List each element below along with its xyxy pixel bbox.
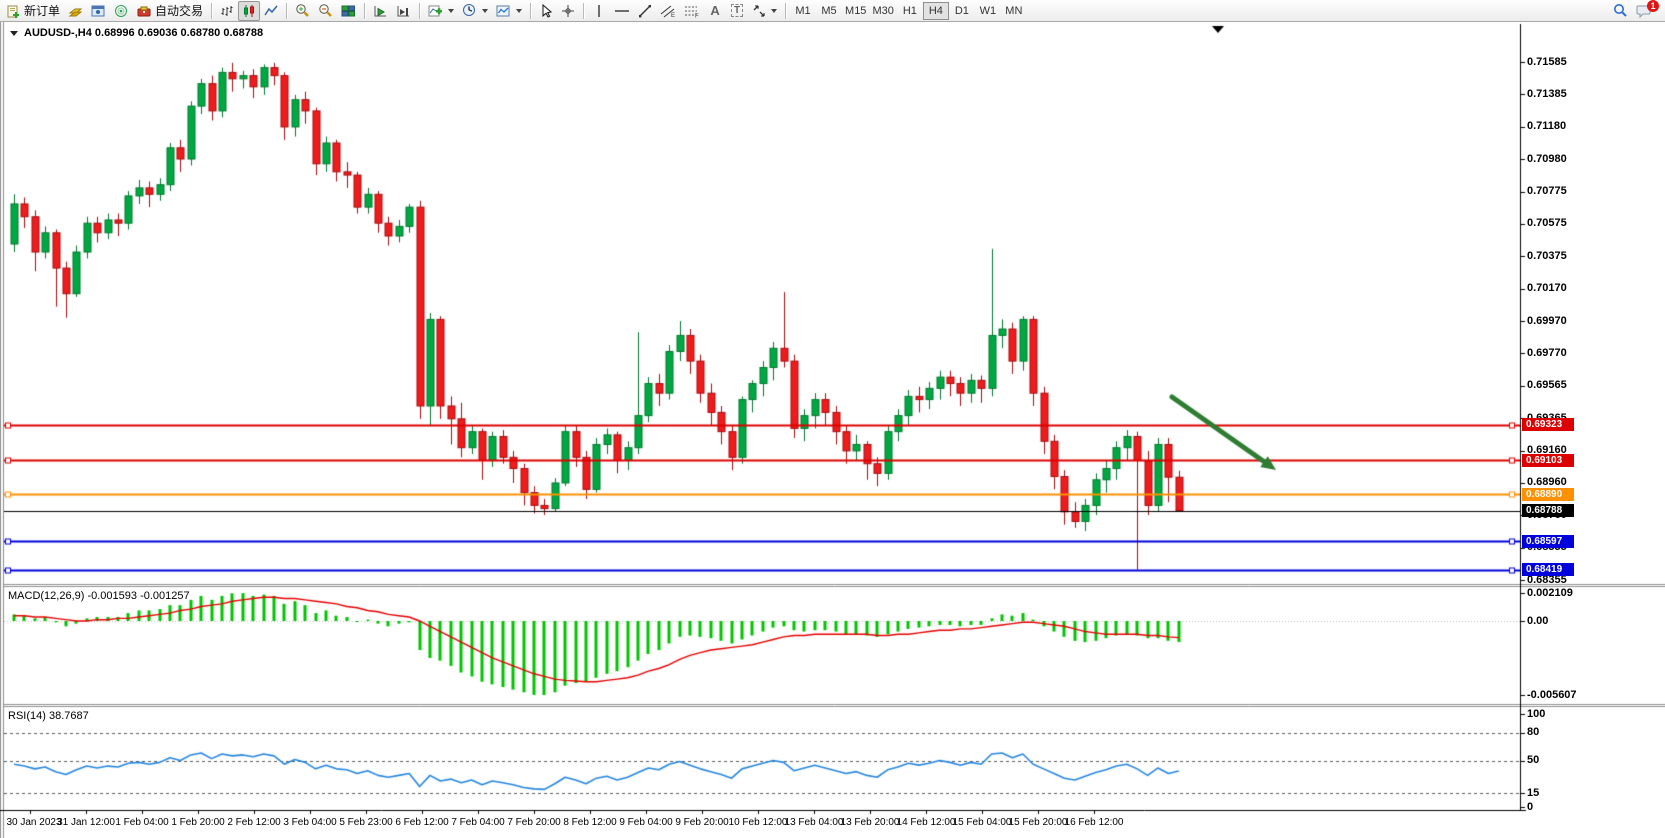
text-icon: A xyxy=(710,3,719,18)
chart-canvas[interactable] xyxy=(0,0,1665,838)
text-label-icon: T xyxy=(731,4,743,17)
tile-windows-icon xyxy=(341,4,356,18)
timeframe-button-M1[interactable]: M1 xyxy=(790,2,816,20)
zoom-in-icon xyxy=(295,3,310,18)
templates-icon xyxy=(496,4,511,18)
cursor-button[interactable] xyxy=(535,1,557,21)
fibonacci-icon: F xyxy=(684,4,700,18)
vertical-line-icon xyxy=(594,4,604,18)
svg-text:F: F xyxy=(695,13,699,18)
svg-text:E: E xyxy=(671,13,675,18)
new-order-label: 新订单 xyxy=(24,2,60,19)
trendline-button[interactable] xyxy=(634,1,656,21)
search-icon xyxy=(1613,3,1628,18)
cursor-icon xyxy=(540,4,553,18)
chart-shift-icon xyxy=(396,4,411,18)
text-button[interactable]: A xyxy=(704,1,726,21)
timeframe-button-M15[interactable]: M15 xyxy=(842,2,869,20)
auto-scroll-button[interactable] xyxy=(369,1,392,21)
navigator-icon xyxy=(91,4,106,18)
toolbar-separator xyxy=(419,3,420,19)
auto-trading-button[interactable]: 自动交易 xyxy=(133,1,207,21)
timeframe-button-MN[interactable]: MN xyxy=(1001,2,1027,20)
text-label-button[interactable]: T xyxy=(726,1,748,21)
zoom-out-icon xyxy=(318,3,333,18)
vertical-line-button[interactable] xyxy=(588,1,610,21)
timeframe-button-W1[interactable]: W1 xyxy=(975,2,1001,20)
timeframe-button-H4[interactable]: H4 xyxy=(923,2,949,20)
zoom-out-button[interactable] xyxy=(314,1,337,21)
equidistant-channel-button[interactable]: E xyxy=(656,1,680,21)
toolbar: 新订单 自动交易 xyxy=(0,0,1665,22)
timeframe-button-D1[interactable]: D1 xyxy=(949,2,975,20)
timeframe-group: M1M5M15M30H1H4D1W1MN xyxy=(790,2,1027,20)
bar-chart-icon xyxy=(220,4,234,18)
search-button[interactable] xyxy=(1609,1,1632,21)
timeframe-button-M30[interactable]: M30 xyxy=(869,2,896,20)
signals-button[interactable] xyxy=(110,1,133,21)
line-chart-button[interactable] xyxy=(260,1,282,21)
signals-icon xyxy=(114,4,129,18)
indicators-button[interactable] xyxy=(424,1,458,21)
chat-button[interactable]: 1 xyxy=(1632,1,1656,21)
timeframe-button-M5[interactable]: M5 xyxy=(816,2,842,20)
arrows-button[interactable] xyxy=(748,1,781,21)
arrows-icon xyxy=(752,4,766,18)
horizontal-line-button[interactable] xyxy=(610,1,634,21)
chevron-down-icon xyxy=(771,9,777,13)
crosshair-button[interactable] xyxy=(557,1,579,21)
fibonacci-button[interactable]: F xyxy=(680,1,704,21)
bar-chart-button[interactable] xyxy=(216,1,238,21)
auto-trading-label: 自动交易 xyxy=(155,2,203,19)
crosshair-icon xyxy=(561,4,575,18)
timeframe-button-H1[interactable]: H1 xyxy=(897,2,923,20)
horizontal-line-icon xyxy=(614,4,630,18)
chevron-down-icon xyxy=(448,9,454,13)
new-order-button[interactable]: 新订单 xyxy=(3,1,64,21)
new-chart-icon xyxy=(68,4,83,18)
templates-button[interactable] xyxy=(492,1,526,21)
candlestick-chart-icon xyxy=(242,4,256,18)
chevron-down-icon xyxy=(482,9,488,13)
toolbar-separator xyxy=(286,3,287,19)
periods-icon xyxy=(462,3,477,18)
indicators-icon xyxy=(428,4,443,18)
toolbar-separator xyxy=(364,3,365,19)
toolbar-separator xyxy=(530,3,531,19)
auto-scroll-icon xyxy=(373,4,388,18)
toolbar-separator xyxy=(211,3,212,19)
line-chart-icon xyxy=(264,4,278,18)
auto-trading-icon xyxy=(137,4,152,18)
toolbar-separator xyxy=(583,3,584,19)
chevron-down-icon xyxy=(516,9,522,13)
candlestick-chart-button[interactable] xyxy=(238,1,260,21)
new-order-icon xyxy=(7,4,21,18)
tile-windows-button[interactable] xyxy=(337,1,360,21)
chart-shift-button[interactable] xyxy=(392,1,415,21)
toolbar-separator xyxy=(785,3,786,19)
channel-icon: E xyxy=(660,4,676,18)
navigator-button[interactable] xyxy=(87,1,110,21)
periods-button[interactable] xyxy=(458,1,492,21)
zoom-in-button[interactable] xyxy=(291,1,314,21)
new-chart-button[interactable] xyxy=(64,1,87,21)
notification-badge: 1 xyxy=(1647,0,1659,12)
trendline-icon xyxy=(638,4,652,18)
